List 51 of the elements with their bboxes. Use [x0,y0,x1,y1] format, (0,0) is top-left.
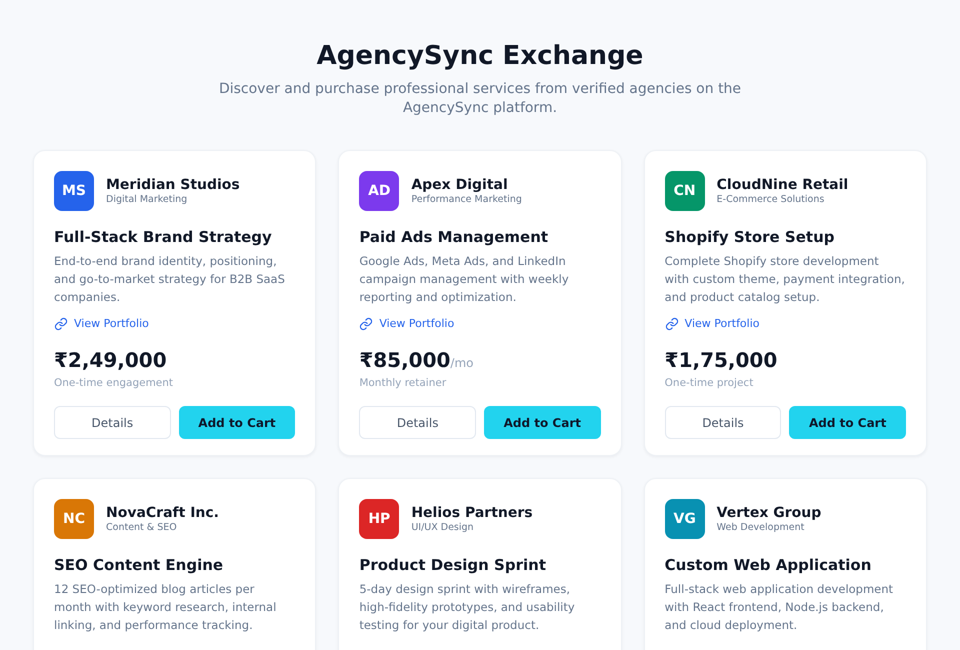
page-title: AgencySync Exchange [316,40,644,73]
service-description: 5-day design sprint with wireframes, high-fidelity prototypes, and usability testing for your digital product. [359,581,576,634]
details-button[interactable]: Details [54,406,171,440]
add-to-cart-button[interactable]: Add to Cart [484,406,601,440]
details-button[interactable]: Details [359,406,476,440]
price: ₹2,49,000 [54,347,167,374]
link-icon [664,317,679,332]
service-title: SEO Content Engine [54,555,224,576]
agency-category: Web Development [716,522,806,534]
agency-avatar: HP [359,499,400,539]
service-description: Complete Shopify store development with custom theme, payment integration, and product catalog setup. [664,253,906,306]
link-icon [54,317,68,332]
agency-name: NovaCraft Inc. [106,504,219,522]
agency-name: Apex Digital [411,176,509,194]
portfolio-link[interactable]: View Portfolio [664,316,760,332]
add-to-cart-button[interactable]: Add to Cart [178,406,296,440]
details-button[interactable]: Details [664,406,782,440]
service-description: Full-stack web application development with React frontend, Node.js backend, and cloud deployment. [664,581,894,634]
agency-category: E-Commerce Solutions [716,194,826,206]
service-description: 12 SEO-optimized blog articles per month with keyword research, internal linking, and performance tracking. [54,581,278,634]
agency-category: Performance Marketing [411,194,522,206]
service-title: Full-Stack Brand Strategy [54,227,273,248]
service-title: Product Design Sprint [359,555,547,576]
portfolio-link[interactable]: View Portfolio [54,316,149,332]
page-subtitle: Discover and purchase professional services from verified agencies on the AgencySync platform. [218,80,742,118]
service-description: Google Ads, Meta Ads, and LinkedIn campaign management with weekly reporting and optimization. [359,253,570,306]
billing-note: One-time engagement [54,376,174,390]
price: ₹1,75,000 [664,347,778,374]
service-description: End-to-end brand identity, positioning, and go-to-market strategy for B2B SaaS companies. [54,253,286,306]
billing-note: Monthly retainer [359,376,448,390]
service-title: Shopify Store Setup [664,227,836,248]
agency-category: UI/UX Design [411,522,475,534]
agency-name: Helios Partners [411,504,533,522]
agency-category: Digital Marketing [106,194,188,206]
price-period: /mo [450,355,474,372]
add-to-cart-button[interactable]: Add to Cart [789,406,906,440]
agency-avatar: CN [664,171,705,211]
service-title: Paid Ads Management [359,227,550,248]
agency-avatar: AD [359,171,400,211]
agency-name: Vertex Group [716,504,822,522]
price: ₹85,000 [359,347,450,374]
agency-name: CloudNine Retail [716,176,848,194]
agency-category: Content & SEO [106,522,178,534]
link-icon [359,317,374,332]
billing-note: One-time project [664,376,754,390]
agency-avatar: NC [54,499,94,539]
agency-name: Meridian Studios [106,176,240,194]
agency-avatar: MS [54,171,94,211]
portfolio-link[interactable]: View Portfolio [359,316,454,332]
agency-avatar: VG [664,499,705,539]
service-title: Custom Web Application [664,555,872,576]
